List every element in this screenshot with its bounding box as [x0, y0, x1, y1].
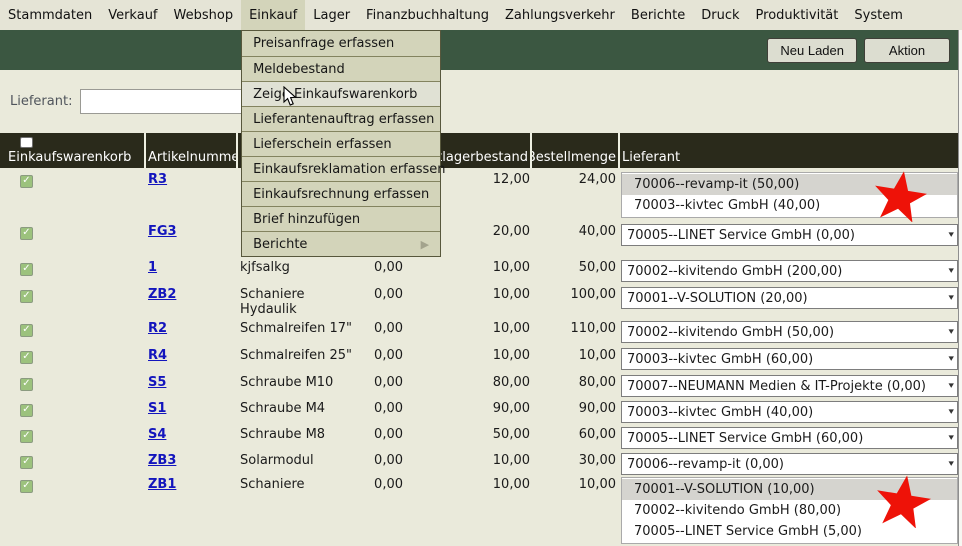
chevron-down-icon: ▾ [949, 293, 954, 303]
lieferant-select[interactable]: 70003--kivtec GmbH (60,00) ▾ [621, 348, 958, 370]
mouse-cursor-icon [283, 86, 297, 107]
col-bestellmenge: Bestellmenge [532, 133, 620, 168]
table-row: ✓ S5 Schraube M10 0,00 80,00 80,00 70007… [0, 371, 958, 397]
menu-item-brief-hinzufuegen[interactable]: Brief hinzufügen [242, 206, 440, 231]
menu-item-einkaufsreklamation-erfassen[interactable]: Einkaufsreklamation erfassen [242, 156, 440, 181]
chevron-down-icon: ▾ [949, 459, 954, 469]
row-checkbox[interactable]: ✓ [20, 263, 33, 276]
menu-system[interactable]: System [846, 0, 910, 30]
menu-item-einkaufsrechnung-erfassen[interactable]: Einkaufsrechnung erfassen [242, 181, 440, 206]
table-row: ✓ R2 Schmalreifen 17" 0,00 10,00 110,00 … [0, 317, 958, 344]
menu-produktivitaet[interactable]: Produktivität [748, 0, 847, 30]
table-row: ✓ ZB3 Solarmodul 0,00 10,00 30,00 70006-… [0, 449, 958, 475]
menu-zahlungsverkehr[interactable]: Zahlungsverkehr [497, 0, 623, 30]
artikelnummer-link[interactable]: ZB2 [148, 287, 176, 302]
col-lieferant: Lieferant [620, 133, 958, 168]
chevron-down-icon: ▾ [949, 327, 954, 337]
table-row: ✓ S4 Schraube M8 0,00 50,00 60,00 70005-… [0, 423, 958, 449]
menu-druck[interactable]: Druck [693, 0, 747, 30]
row-checkbox[interactable]: ✓ [20, 378, 33, 391]
row-checkbox[interactable]: ✓ [20, 227, 33, 240]
table-row: ✓ 1 kjfsalkg 0,00 10,00 50,00 70002--kiv… [0, 256, 958, 283]
lieferant-select[interactable]: 70007--NEUMANN Medien & IT-Projekte (0,0… [621, 375, 958, 397]
menu-lager[interactable]: Lager [305, 0, 358, 30]
lieferant-filter-label: Lieferant: [10, 94, 72, 109]
row-checkbox[interactable]: ✓ [20, 480, 33, 493]
submenu-arrow-icon: ▶ [421, 238, 429, 251]
artikelnummer-link[interactable]: ZB3 [148, 453, 176, 468]
lieferant-select[interactable]: 70005--LINET Service GmbH (60,00) ▾ [621, 427, 958, 449]
row-checkbox[interactable]: ✓ [20, 290, 33, 303]
filter-bar: Lieferant: [0, 70, 962, 133]
menu-berichte[interactable]: Berichte [623, 0, 693, 30]
artikelnummer-link[interactable]: 1 [148, 260, 157, 275]
purchase-basket-table: Einkaufswarenkorb Artikelnummer Bezeichn… [0, 133, 958, 543]
table-row: ✓ ZB1 Schaniere 0,00 10,00 10,00 70001--… [0, 475, 958, 543]
table-header-row: Einkaufswarenkorb Artikelnummer Bezeichn… [0, 133, 958, 168]
row-checkbox[interactable]: ✓ [20, 404, 33, 417]
menu-item-berichte[interactable]: Berichte ▶ [242, 231, 440, 256]
red-star-icon [871, 474, 935, 528]
red-star-icon [869, 170, 931, 222]
lieferant-select[interactable]: 70002--kivitendo GmbH (50,00) ▾ [621, 321, 958, 343]
chevron-down-icon: ▾ [949, 354, 954, 364]
artikelnummer-link[interactable]: ZB1 [148, 477, 176, 492]
artikelnummer-link[interactable]: R2 [148, 321, 167, 336]
lieferant-select[interactable]: 70003--kivtec GmbH (40,00) ▾ [621, 401, 958, 423]
menu-item-preisanfrage-erfassen[interactable]: Preisanfrage erfassen [242, 31, 440, 56]
menu-item-lieferantenauftrag-erfassen[interactable]: Lieferantenauftrag erfassen [242, 106, 440, 131]
chevron-down-icon: ▾ [949, 230, 954, 240]
select-all-checkbox[interactable] [20, 137, 33, 148]
chevron-down-icon: ▾ [949, 266, 954, 276]
menu-finanzbuchhaltung[interactable]: Finanzbuchhaltung [358, 0, 497, 30]
col-einkaufswarenkorb: Einkaufswarenkorb [0, 133, 146, 168]
artikelnummer-link[interactable]: S4 [148, 427, 166, 442]
aktion-button[interactable]: Aktion [864, 38, 950, 63]
menu-stammdaten[interactable]: Stammdaten [0, 0, 100, 30]
col-artikelnummer: Artikelnummer [146, 133, 238, 168]
row-checkbox[interactable]: ✓ [20, 456, 33, 469]
chevron-down-icon: ▾ [949, 433, 954, 443]
right-edge-clipped-content [958, 30, 962, 546]
menu-item-zeige-einkaufswarenkorb[interactable]: Zeige Einkaufswarenkorb [242, 81, 440, 106]
menu-einkauf-label: Einkauf [249, 8, 297, 23]
row-checkbox[interactable]: ✓ [20, 175, 33, 188]
menu-einkauf[interactable]: Einkauf Preisanfrage erfassen Meldebesta… [241, 0, 305, 30]
menu-webshop[interactable]: Webshop [166, 0, 242, 30]
menu-item-meldebestand[interactable]: Meldebestand [242, 56, 440, 81]
artikelnummer-link[interactable]: R3 [148, 172, 167, 187]
lieferant-select[interactable]: 70001--V-SOLUTION (20,00) ▾ [621, 287, 958, 309]
table-row: ✓ ZB2 SchaniereHydaulik 0,00 10,00 100,0… [0, 283, 958, 317]
row-checkbox[interactable]: ✓ [20, 324, 33, 337]
table-row: ✓ R3 E 12,00 24,00 70006--revamp-it (50,… [0, 168, 958, 220]
neu-laden-button[interactable]: Neu Laden [767, 38, 857, 63]
lieferant-select[interactable]: 70005--LINET Service GmbH (0,00) ▾ [621, 224, 958, 246]
lieferant-select[interactable]: 70002--kivitendo GmbH (200,00) ▾ [621, 260, 958, 282]
menu-verkauf[interactable]: Verkauf [100, 0, 165, 30]
chevron-down-icon: ▾ [949, 407, 954, 417]
table-row: ✓ FG3 FH 20,00 40,00 70005--LINET Servic… [0, 220, 958, 256]
artikelnummer-link[interactable]: R4 [148, 348, 167, 363]
table-row: ✓ S1 Schraube M4 0,00 90,00 90,00 70003-… [0, 397, 958, 423]
artikelnummer-link[interactable]: FG3 [148, 224, 177, 239]
menu-item-lieferschein-erfassen[interactable]: Lieferschein erfassen [242, 131, 440, 156]
row-checkbox[interactable]: ✓ [20, 351, 33, 364]
action-bar: Neu Laden Aktion [0, 30, 962, 70]
einkauf-dropdown: Preisanfrage erfassen Meldebestand Zeige… [241, 30, 441, 257]
artikelnummer-link[interactable]: S1 [148, 401, 166, 416]
lieferant-select[interactable]: 70006--revamp-it (0,00) ▾ [621, 453, 958, 475]
table-row: ✓ R4 Schmalreifen 25" 0,00 10,00 10,00 7… [0, 344, 958, 371]
menubar: Stammdaten Verkauf Webshop Einkauf Preis… [0, 0, 962, 30]
chevron-down-icon: ▾ [949, 381, 954, 391]
row-checkbox[interactable]: ✓ [20, 430, 33, 443]
artikelnummer-link[interactable]: S5 [148, 375, 166, 390]
